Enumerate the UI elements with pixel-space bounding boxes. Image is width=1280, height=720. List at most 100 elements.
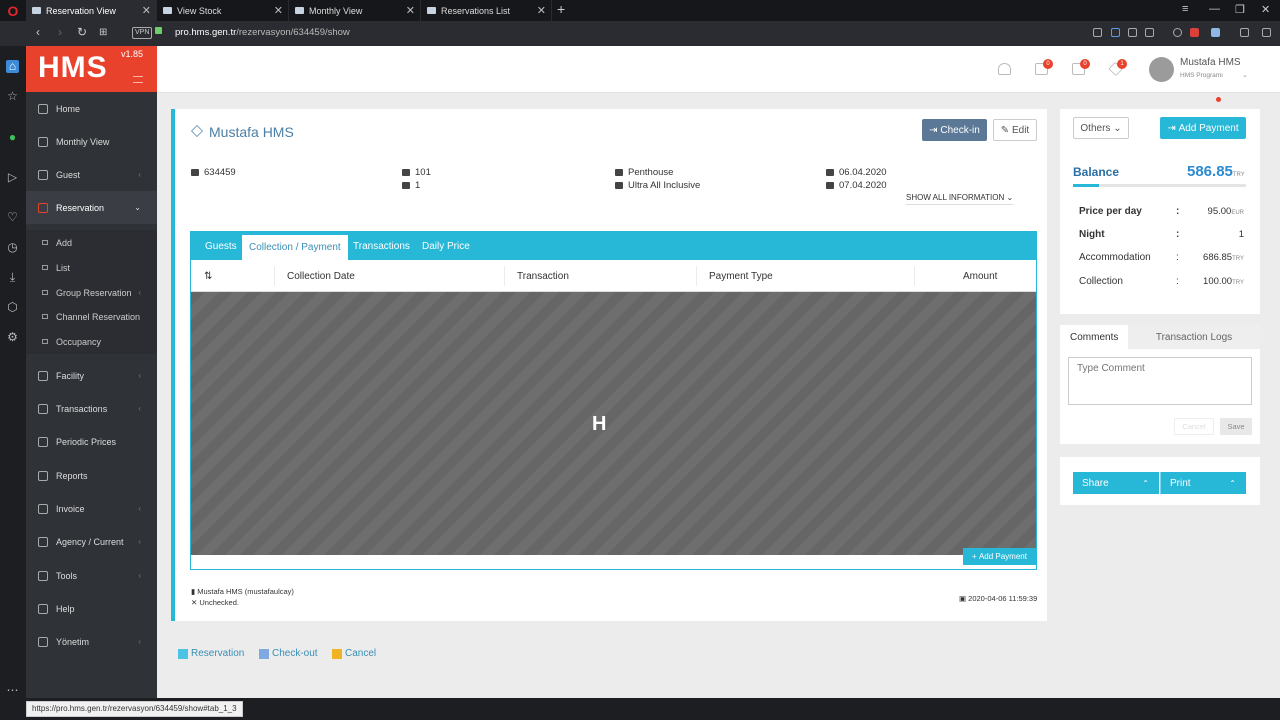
speed-dial-icon[interactable]: ⊞ (99, 27, 107, 38)
vpn-badge[interactable]: VPN (132, 27, 153, 39)
sidebar-sub-occupancy[interactable]: Occupancy (26, 329, 157, 354)
app-logo[interactable]: HMS v1.85 (26, 46, 157, 92)
sidebar-item-periodic-prices[interactable]: Periodic Prices (26, 425, 157, 458)
extension-icon[interactable] (1190, 28, 1199, 37)
tab-guests[interactable]: Guests (198, 232, 244, 260)
lock-icon[interactable] (155, 27, 162, 34)
download-icon[interactable]: ⤓ (6, 271, 19, 284)
legend-reservation[interactable]: Reservation (178, 648, 244, 659)
easy-setup-icon[interactable] (1262, 28, 1271, 37)
browser-tab-reservation-view[interactable]: Reservation View ✕ (26, 0, 157, 21)
shield-icon[interactable] (1111, 28, 1120, 37)
whatsapp-icon[interactable]: ● (6, 131, 19, 144)
channel-icon (42, 314, 48, 319)
tab-transactions[interactable]: Transactions (346, 232, 417, 260)
heart-icon[interactable]: ♡ (6, 211, 19, 224)
tab-transaction-logs[interactable]: Transaction Logs (1128, 325, 1260, 349)
star-icon[interactable]: ☆ (6, 90, 19, 103)
share-button[interactable]: Share ⌃ (1073, 472, 1159, 494)
others-button[interactable]: Others ⌄ (1073, 117, 1129, 139)
show-all-information-link[interactable]: SHOW ALL INFORMATION ⌄ (906, 193, 1014, 205)
check-status: ✕ Unchecked. (191, 598, 239, 607)
browser-tab-monthly-view[interactable]: Monthly View ✕ (289, 0, 421, 21)
sidebar-item-help[interactable]: Help (26, 592, 157, 625)
bell-icon[interactable] (998, 63, 1011, 75)
opera-logo-icon[interactable]: O (0, 0, 26, 21)
home-icon[interactable]: ⌂ (6, 60, 19, 73)
layers-icon (38, 570, 48, 581)
browser-tab-view-stock[interactable]: View Stock ✕ (157, 0, 289, 21)
comment-input[interactable] (1068, 357, 1252, 405)
sidebar-item-facility[interactable]: Facility ‹ (26, 359, 157, 392)
close-icon[interactable]: ✕ (537, 4, 546, 17)
balance-progress-fill (1073, 184, 1099, 187)
avatar[interactable] (1149, 57, 1174, 82)
column-collection-date[interactable]: Collection Date (287, 260, 355, 292)
close-icon[interactable]: ✕ (406, 4, 415, 17)
save-button[interactable]: Save (1220, 418, 1252, 435)
sort-icon[interactable]: ⇅ (204, 260, 212, 292)
send-icon[interactable] (1128, 28, 1137, 37)
sidebar-sub-channel-reservation[interactable]: Channel Reservation (26, 304, 157, 329)
sidebar-item-guest[interactable]: Guest ‹ (26, 158, 157, 191)
close-icon[interactable]: ✕ (274, 4, 283, 17)
reload-icon[interactable]: ↻ (77, 25, 87, 39)
browser-tab-reservations-list[interactable]: Reservations List ✕ (421, 0, 552, 21)
minimize-icon[interactable]: — (1209, 3, 1220, 15)
page-title: Mustafa HMS (191, 124, 294, 140)
sidebar-item-reservation[interactable]: Reservation ⌄ (26, 191, 157, 224)
legend-check-out[interactable]: Check-out (259, 648, 318, 659)
edit-button[interactable]: ✎ Edit (993, 119, 1037, 141)
wallet-icon[interactable] (1211, 28, 1220, 37)
sidebar-sub-group-reservation[interactable]: Group Reservation ‹ (26, 280, 157, 305)
heart-icon[interactable] (1145, 28, 1154, 37)
more-icon[interactable]: ⋯ (6, 684, 19, 697)
loading-overlay: H (191, 292, 1036, 555)
chevron-up-icon: ⌃ (1229, 478, 1236, 488)
back-icon[interactable]: ‹ (36, 25, 40, 39)
sidebar-item-agency-current[interactable]: Agency / Current ‹ (26, 525, 157, 558)
sidebar-sub-list[interactable]: List (26, 255, 157, 280)
chevron-left-icon: ‹ (138, 571, 141, 580)
sidebar-sub-add[interactable]: Add (26, 230, 157, 255)
sidebar-item-tools[interactable]: Tools ‹ (26, 559, 157, 592)
sign-out-icon (826, 182, 834, 189)
forward-icon[interactable]: › (58, 25, 62, 39)
send-icon[interactable]: ▷ (6, 171, 19, 184)
tab-collection-payment[interactable]: Collection / Payment (242, 235, 348, 260)
maximize-icon[interactable]: ❐ (1235, 3, 1245, 16)
add-payment-button[interactable]: ⇥ Add Payment (1160, 117, 1246, 139)
user-name[interactable]: Mustafa HMS (1180, 57, 1241, 68)
chevron-down-icon: ⌄ (1006, 193, 1014, 202)
sidebar-item-monthly-view[interactable]: Monthly View (26, 125, 157, 158)
legend-cancel[interactable]: Cancel (332, 648, 376, 659)
download-icon[interactable] (1240, 28, 1249, 37)
sidebar-item-home[interactable]: Home (26, 92, 157, 125)
box-icon[interactable]: ⬡ (6, 301, 19, 314)
chevron-down-icon[interactable]: ⌄ (1242, 71, 1248, 79)
menu-icon[interactable]: ≡ (1182, 3, 1188, 15)
sidebar-item-yonetim[interactable]: Yönetim ‹ (26, 625, 157, 658)
tab-daily-price[interactable]: Daily Price (415, 232, 477, 260)
settings-icon[interactable]: ⚙ (6, 331, 19, 344)
print-button[interactable]: Print ⌃ (1160, 472, 1246, 494)
tab-comments[interactable]: Comments (1060, 325, 1130, 349)
sidebar-item-invoice[interactable]: Invoice ‹ (26, 492, 157, 525)
hamburger-icon[interactable] (133, 76, 143, 83)
check-in-button[interactable]: ⇥ Check-in (922, 119, 987, 141)
close-window-icon[interactable]: ✕ (1261, 3, 1270, 16)
camera-icon[interactable] (1093, 28, 1102, 37)
new-tab-icon[interactable]: + (557, 1, 565, 17)
close-icon[interactable]: ✕ (142, 4, 151, 17)
sidebar-item-transactions[interactable]: Transactions ‹ (26, 392, 157, 425)
column-amount[interactable]: Amount (963, 260, 997, 292)
history-icon[interactable]: ◷ (6, 241, 19, 254)
column-transaction[interactable]: Transaction (517, 260, 569, 292)
add-payment-small-button[interactable]: + Add Payment (963, 548, 1036, 565)
sign-in-icon: ⇥ (929, 124, 941, 136)
cancel-button[interactable]: Cancel (1174, 418, 1214, 435)
column-payment-type[interactable]: Payment Type (709, 260, 773, 292)
url-field[interactable]: pro.hms.gen.tr/rezervasyon/634459/show (175, 27, 350, 38)
profile-icon[interactable] (1173, 28, 1182, 37)
sidebar-item-reports[interactable]: Reports (26, 459, 157, 492)
